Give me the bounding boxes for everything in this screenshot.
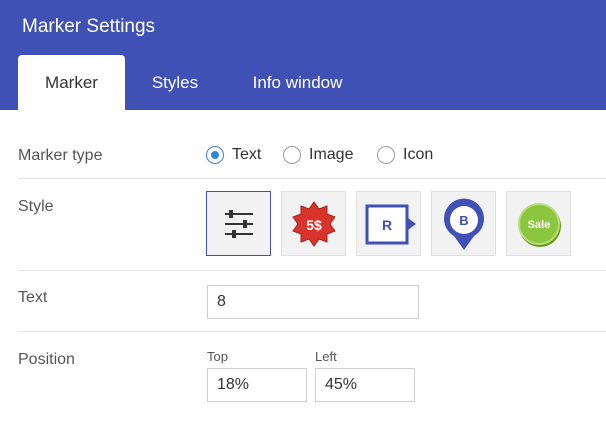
- marker-type-label: Marker type: [18, 147, 103, 164]
- pin-marker-text: B: [459, 213, 468, 228]
- marker-type-image-radio[interactable]: Image: [283, 146, 353, 164]
- radio-indicator[interactable]: [377, 146, 395, 164]
- radio-label-icon: Icon: [403, 146, 434, 163]
- style-option-pin[interactable]: B: [431, 191, 496, 256]
- position-row: Position Top 18% Left 45%: [18, 332, 606, 436]
- sale-badge-text: Sale: [528, 219, 551, 231]
- square-marker-text: R: [382, 217, 392, 233]
- price-burst-text: 5$: [306, 217, 322, 233]
- style-label: Style: [18, 198, 54, 215]
- style-options: 5$ R B Sale: [206, 191, 586, 256]
- marker-text-input[interactable]: 8: [207, 285, 419, 319]
- radio-indicator[interactable]: [283, 146, 301, 164]
- tab-styles[interactable]: Styles: [135, 55, 215, 110]
- price-burst-icon: 5$: [292, 201, 336, 247]
- tab-marker[interactable]: Marker: [18, 55, 125, 110]
- sale-badge-icon: Sale: [518, 203, 561, 247]
- position-label: Position: [18, 351, 75, 368]
- marker-type-text-radio[interactable]: Text: [206, 146, 261, 164]
- marker-type-row: Marker type Text Image Icon: [18, 130, 606, 179]
- marker-type-icon-radio[interactable]: Icon: [377, 146, 433, 164]
- sliders-icon: [225, 210, 253, 238]
- page-title: Marker Settings: [22, 16, 156, 37]
- left-label: Left: [315, 349, 337, 364]
- style-option-sliders[interactable]: [206, 191, 271, 256]
- tab-info-window[interactable]: Info window: [235, 55, 360, 110]
- text-row: Text 8: [18, 271, 606, 332]
- position-left-input[interactable]: 45%: [315, 368, 415, 402]
- position-top-input[interactable]: 18%: [207, 368, 307, 402]
- radio-label-image: Image: [309, 146, 354, 163]
- top-label: Top: [207, 349, 228, 364]
- radio-checked-indicator[interactable]: [206, 146, 224, 164]
- style-row: Style 5$ R B Sale: [18, 179, 606, 271]
- style-option-square-arrow[interactable]: R: [356, 191, 421, 256]
- text-label: Text: [18, 289, 48, 306]
- pin-marker-icon: B: [444, 198, 484, 250]
- radio-label-text: Text: [232, 146, 262, 163]
- square-arrow-marker-icon: R: [365, 204, 416, 245]
- style-option-price-burst[interactable]: 5$: [281, 191, 346, 256]
- settings-header: Marker Settings Marker Styles Info windo…: [0, 0, 606, 110]
- style-option-sale-badge[interactable]: Sale: [506, 191, 571, 256]
